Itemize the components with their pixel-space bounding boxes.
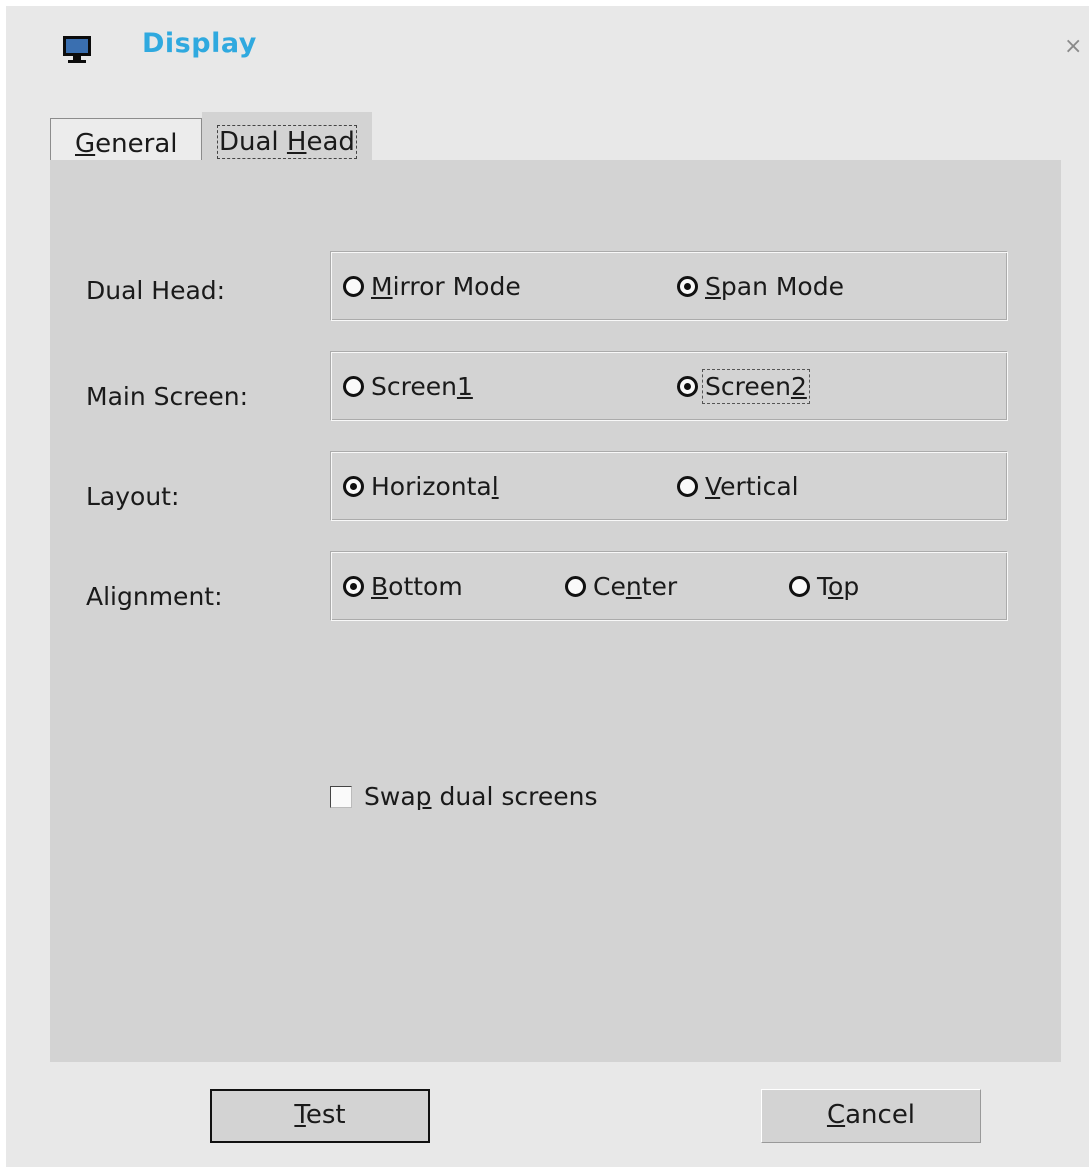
radio-unchecked-icon [789,576,810,597]
tab-general[interactable]: General [50,118,202,164]
horizontal-radio[interactable]: Horizontal [343,472,499,501]
alignment-group: Bottom Center Top [330,551,1008,621]
radio-checked-icon [343,576,364,597]
swap-dual-screens-checkbox[interactable]: Swap dual screens [330,782,598,811]
cancel-button[interactable]: Cancel [761,1089,981,1143]
bottom-radio[interactable]: Bottom [343,572,463,601]
dual-head-group: Mirror Mode Span Mode [330,251,1008,321]
dual-head-label: Dual Head: [86,276,226,305]
alignment-label: Alignment: [86,582,223,611]
radio-label: Bottom [371,572,463,601]
radio-label: Vertical [705,472,799,501]
radio-label: Span Mode [705,272,844,301]
checkbox-label: Swap dual screens [364,782,598,811]
dialog-title: Display [142,28,257,59]
radio-unchecked-icon [677,476,698,497]
tab-label: Dual Head [217,125,357,159]
close-icon[interactable]: × [1064,36,1082,58]
screen1-radio[interactable]: Screen1 [343,372,473,401]
radio-checked-icon [677,276,698,297]
checkbox-unchecked-icon [330,785,352,808]
radio-unchecked-icon [565,576,586,597]
mirror-mode-radio[interactable]: Mirror Mode [343,272,521,301]
dual-head-panel: Dual Head: Mirror Mode Span Mode Main Sc… [50,160,1061,1062]
radio-unchecked-icon [343,376,364,397]
radio-label: Horizontal [371,472,499,501]
layout-label: Layout: [86,482,180,511]
display-dialog: Display × General Dual Head Dual Head: M… [6,6,1089,1167]
screen2-radio[interactable]: Screen2 [677,369,810,404]
radio-checked-icon [677,376,698,397]
radio-label: Screen2 [702,369,810,404]
radio-unchecked-icon [343,276,364,297]
radio-label: Mirror Mode [371,272,521,301]
layout-group: Horizontal Vertical [330,451,1008,521]
center-radio[interactable]: Center [565,572,677,601]
radio-label: Center [593,572,678,601]
top-radio[interactable]: Top [789,572,859,601]
radio-checked-icon [343,476,364,497]
radio-label: Top [817,572,860,601]
vertical-radio[interactable]: Vertical [677,472,799,501]
main-screen-group: Screen1 Screen2 [330,351,1008,421]
span-mode-radio[interactable]: Span Mode [677,272,844,301]
radio-label: Screen1 [371,372,473,401]
monitor-icon [63,36,91,63]
main-screen-label: Main Screen: [86,382,248,411]
title-bar: Display × [6,6,1089,96]
test-button[interactable]: Test [210,1089,430,1143]
tab-label: General [75,129,178,159]
